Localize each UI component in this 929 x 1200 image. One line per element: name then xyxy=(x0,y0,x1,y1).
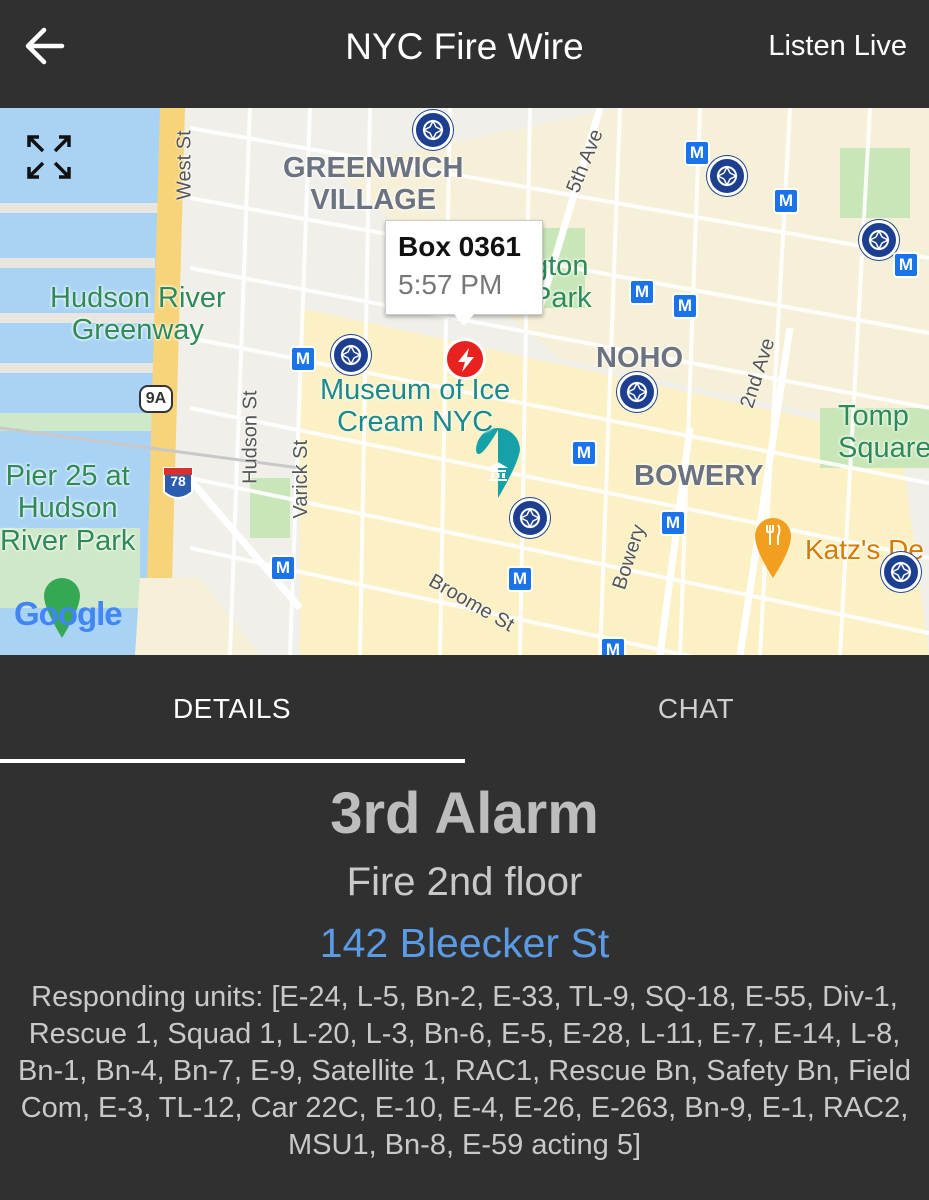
lightning-bolt-icon xyxy=(458,348,474,372)
fire-station-icon[interactable] xyxy=(881,552,921,592)
map-label-noho: NOHO xyxy=(596,342,683,374)
responding-units: Responding units: [E-24, L-5, Bn-2, E-33… xyxy=(18,981,911,1161)
tab-details[interactable]: DETAILS xyxy=(0,655,464,763)
back-button[interactable] xyxy=(22,24,78,68)
route-9a-shield-label: 9A xyxy=(145,390,167,407)
restaurant-icon xyxy=(766,524,781,545)
subway-station-icon[interactable]: M xyxy=(660,510,686,536)
map-label-west-st: West St xyxy=(173,130,196,201)
map-label-greenwich-village: GREENWICH VILLAGE xyxy=(283,152,464,217)
map-label-hudson-river-greenway: Hudson River Greenway xyxy=(50,282,226,347)
route-78-shield-label: 78 xyxy=(170,473,186,489)
subway-station-icon[interactable]: M xyxy=(672,293,698,319)
fullscreen-button[interactable] xyxy=(26,134,72,180)
tab-bar: DETAILS CHAT xyxy=(0,655,929,763)
map-label-pier-25: Pier 25 at Hudson River Park xyxy=(0,460,136,557)
subway-station-icon[interactable]: M xyxy=(684,140,710,166)
subway-station-icon[interactable]: M xyxy=(507,566,533,592)
alarm-level: 3rd Alarm xyxy=(330,781,599,846)
subway-station-icon[interactable]: M xyxy=(600,637,626,655)
fire-station-icon[interactable] xyxy=(707,156,747,196)
fullscreen-icon xyxy=(27,135,71,179)
incident-details: 3rd Alarm Fire 2nd floor 142 Bleecker St… xyxy=(0,763,929,1200)
fire-station-icon[interactable] xyxy=(413,110,453,150)
info-box-number: Box 0361 xyxy=(398,231,521,262)
map-label-bowery: BOWERY xyxy=(634,460,764,492)
subway-station-icon[interactable]: M xyxy=(773,188,799,214)
fire-station-icon[interactable] xyxy=(617,372,657,412)
incident-description: Fire 2nd floor xyxy=(346,860,583,904)
subway-station-icon[interactable]: M xyxy=(893,252,919,278)
map-label-varick-st: Varick St xyxy=(290,439,313,519)
app-bar: NYC Fire Wire Listen Live xyxy=(0,0,929,108)
map-label-museum-of-ice-cream: Museum of Ice Cream NYC xyxy=(320,374,511,439)
fire-station-icon[interactable] xyxy=(510,498,550,538)
info-time: 5:57 PM xyxy=(398,269,503,300)
listen-live-button[interactable]: Listen Live xyxy=(768,30,907,63)
map-label-tompkins-square: Tomp Square xyxy=(838,400,929,465)
incident-map[interactable]: GREENWICH VILLAGE Hudson River Greenway gt… xyxy=(0,108,929,655)
incident-info-window[interactable]: Box 0361 5:57 PM xyxy=(385,220,543,326)
map-label-hudson-st: Hudson St xyxy=(239,390,262,484)
museum-icon xyxy=(488,462,508,481)
subway-station-icon[interactable]: M xyxy=(270,555,296,581)
subway-station-icon[interactable]: M xyxy=(629,279,655,305)
incident-marker[interactable] xyxy=(444,338,486,380)
arrow-left-icon xyxy=(25,27,65,65)
subway-station-icon[interactable]: M xyxy=(290,346,316,372)
incident-address-link[interactable]: 142 Bleecker St xyxy=(0,920,929,967)
subway-station-icon[interactable]: M xyxy=(571,440,597,466)
tab-chat[interactable]: CHAT xyxy=(464,655,928,763)
fire-station-icon[interactable] xyxy=(331,335,371,375)
google-logo: Google xyxy=(14,595,123,632)
